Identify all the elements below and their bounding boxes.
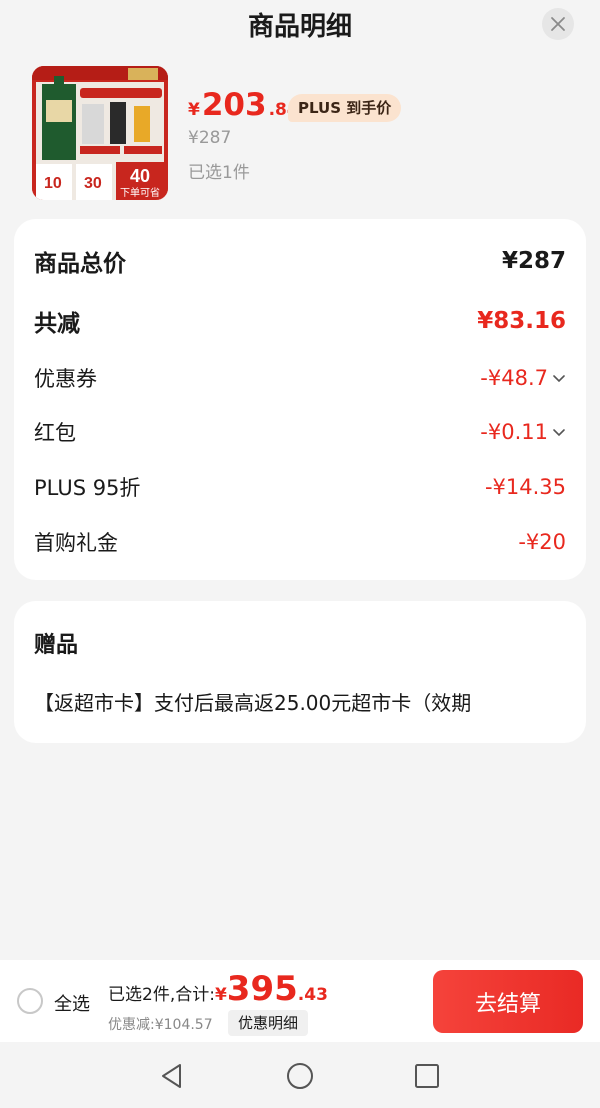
selected-count: 已选1件	[188, 163, 250, 183]
row-value: -¥14.35	[484, 475, 566, 499]
row-label: 商品总价	[34, 251, 126, 277]
total-symbol: ¥	[214, 985, 227, 1005]
row-label: 共减	[34, 311, 80, 337]
row-label: 首购礼金	[34, 531, 118, 555]
product-thumbnail[interactable]: 10 30 40 下单可省	[32, 66, 168, 200]
checkout-button[interactable]: 去结算	[433, 970, 583, 1033]
row-coupon[interactable]: 优惠券 -¥48.7	[34, 362, 566, 394]
thumb-tag-3: 40	[130, 166, 150, 186]
row-label: 红包	[34, 421, 76, 445]
sheet-title: 商品明细	[247, 12, 352, 42]
home-circle-icon	[287, 1063, 313, 1089]
original-price: ¥287	[188, 128, 232, 148]
recents-square-icon	[415, 1064, 439, 1088]
checkout-bar: 全选 已选2件,合计: ¥ 395 .43 优惠减:¥104.57 优惠明细 去…	[0, 960, 600, 1042]
system-nav-bar	[0, 1042, 600, 1108]
summary-label: 已选2件,合计:	[108, 985, 215, 1005]
row-total-price: 商品总价 ¥287	[34, 245, 566, 277]
row-value-wrap: -¥48.7	[480, 366, 566, 390]
back-triangle-icon	[162, 1064, 181, 1088]
nav-recents-button[interactable]	[411, 1060, 443, 1092]
thumb-tag-2: 30	[84, 175, 102, 192]
row-value: -¥20	[518, 530, 566, 554]
row-total-discount: 共减 ¥83.16	[34, 305, 566, 337]
thumb-tag-1: 10	[44, 175, 62, 192]
chevron-down-icon	[553, 429, 565, 437]
gift-card: 赠品 【返超市卡】支付后最高返25.00元超市卡（效期	[14, 601, 586, 743]
product-image: 10 30 40 下单可省	[32, 66, 168, 200]
row-first-purchase: 首购礼金 -¥20	[34, 526, 566, 558]
price-integer: 203	[201, 87, 267, 123]
row-value: -¥48.7	[480, 366, 548, 390]
row-label: 优惠券	[34, 367, 97, 391]
gift-description: 【返超市卡】支付后最高返25.00元超市卡（效期	[34, 691, 472, 715]
discount-amount: 优惠减:¥104.57	[108, 1017, 213, 1033]
nav-home-button[interactable]	[284, 1060, 316, 1092]
price-detail-card: 商品总价 ¥287 共减 ¥83.16 优惠券 -¥48.7 红包 -¥0.11…	[14, 219, 586, 580]
row-red-packet[interactable]: 红包 -¥0.11	[34, 416, 566, 448]
sheet-header: 商品明细	[0, 0, 600, 50]
total-integer: 395	[226, 969, 298, 1009]
row-label: PLUS 95折	[34, 476, 141, 500]
row-plus-discount: PLUS 95折 -¥14.35	[34, 471, 566, 503]
select-all-checkbox[interactable]	[17, 988, 43, 1014]
total-decimal: .43	[297, 985, 328, 1005]
row-value: ¥83.16	[477, 308, 566, 334]
close-icon	[551, 17, 565, 31]
select-all-label[interactable]: 全选	[54, 990, 90, 1016]
row-value: ¥287	[501, 248, 566, 274]
price-symbol: ¥	[188, 100, 200, 120]
discount-detail-button[interactable]: 优惠明细	[228, 1010, 309, 1036]
row-value-wrap: -¥0.11	[480, 420, 566, 444]
close-button[interactable]	[542, 8, 574, 40]
gift-title: 赠品	[34, 633, 79, 658]
product-price: ¥ 203 .84	[188, 90, 299, 124]
plus-price-badge: PLUS 到手价	[288, 94, 402, 122]
chevron-down-icon	[553, 375, 565, 383]
nav-back-button[interactable]	[156, 1060, 188, 1092]
product-summary: 10 30 40 下单可省 ¥ 203 .84 PLUS 到手价 ¥287 已选…	[32, 66, 572, 200]
total-summary: 已选2件,合计: ¥ 395 .43	[108, 972, 328, 1006]
thumb-banner: 下单可省	[120, 186, 160, 199]
row-value: -¥0.11	[480, 420, 548, 444]
